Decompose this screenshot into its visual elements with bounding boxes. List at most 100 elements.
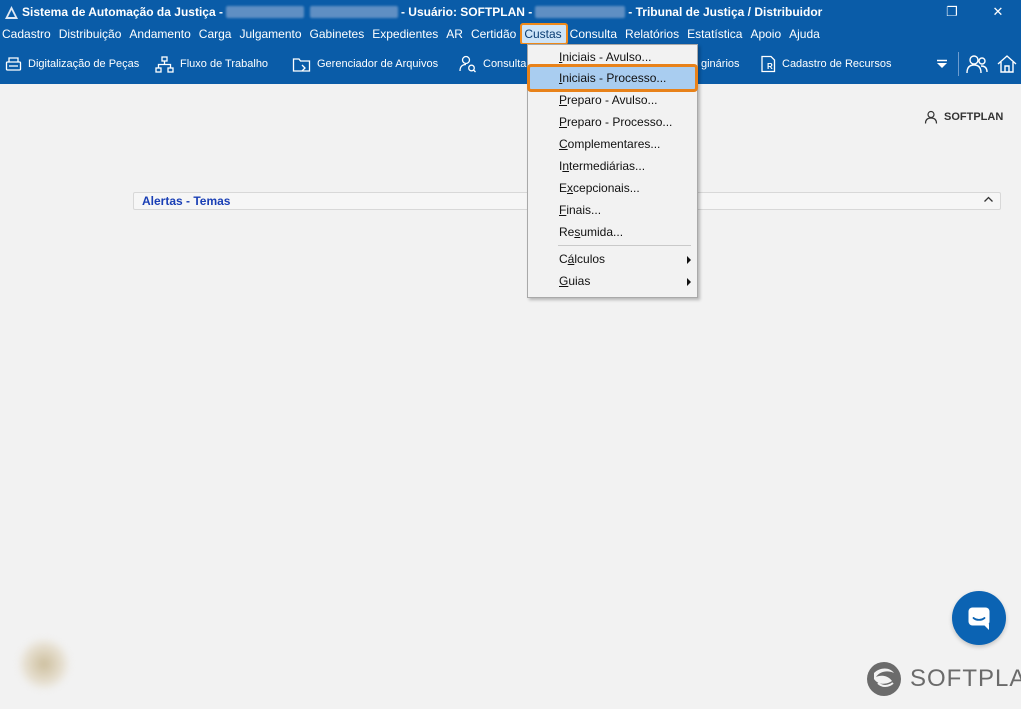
menu-expedientes[interactable]: Expedientes	[369, 24, 443, 44]
menu-item-preparo-avulso[interactable]: Preparo - Avulso...	[528, 89, 697, 111]
toolbar-gerenciador-button[interactable]: Gerenciador de Arquivos	[292, 44, 438, 84]
toolbar-label: ginários	[701, 58, 740, 70]
menu-apoio[interactable]: Apoio	[747, 24, 786, 44]
toolbar-label: Digitalização de Peças	[28, 58, 140, 70]
collapse-button[interactable]	[983, 194, 994, 208]
accelerator-key: C	[559, 137, 568, 151]
menu-item-excepcionais[interactable]: Excepcionais...	[528, 177, 697, 199]
accelerator-key: F	[559, 203, 567, 217]
menu-ajuda[interactable]: Ajuda	[786, 24, 825, 44]
menu-item-label: Preparo - Avulso...	[559, 93, 658, 107]
menu-item-resumida[interactable]: Resumida...	[528, 221, 697, 243]
close-icon: ✕	[992, 4, 1004, 19]
menu-carga[interactable]: Carga	[196, 24, 237, 44]
accelerator-key: G	[559, 274, 569, 288]
menu-gabinetes[interactable]: Gabinetes	[307, 24, 370, 44]
users-icon	[966, 55, 988, 74]
restore-icon: ❐	[946, 4, 958, 19]
menu-consulta[interactable]: Consulta	[567, 24, 622, 44]
menu-julgamento[interactable]: Julgamento	[236, 24, 306, 44]
resource-icon: R	[761, 55, 776, 73]
user-icon	[924, 110, 938, 124]
folder-icon	[292, 57, 311, 72]
menu-certidao[interactable]: Certidão	[468, 24, 521, 44]
accelerator-key: I	[559, 71, 563, 85]
menu-item-complementares[interactable]: Complementares...	[528, 133, 697, 155]
menu-item-label: Intermediárias...	[559, 159, 646, 173]
title-bar: Sistema de Automação da Justiça - - Usuá…	[0, 0, 1021, 24]
chat-icon	[968, 607, 990, 630]
chevron-down-icon	[937, 59, 947, 68]
submenu-arrow-icon	[687, 278, 691, 286]
menu-item-preparo-processo[interactable]: Preparo - Processo...	[528, 111, 697, 133]
menu-item-intermediarias[interactable]: Intermediárias...	[528, 155, 697, 177]
redacted-block	[309, 6, 398, 18]
toolbar-originarios-button[interactable]: ginários	[701, 44, 740, 84]
title-app-name: Sistema de Automação da Justiça -	[22, 5, 223, 19]
toolbar-home-button[interactable]	[996, 44, 1018, 84]
menu-item-label: Guias	[559, 274, 591, 288]
toolbar-overflow-button[interactable]	[936, 44, 948, 84]
menu-item-label: Finais...	[559, 203, 602, 217]
app-logo-icon	[4, 5, 18, 19]
user-name: SOFTPLAN	[944, 111, 1004, 123]
menu-item-label: Iniciais - Avulso...	[559, 50, 652, 64]
menu-item-label: Preparo - Processo...	[559, 115, 673, 129]
workflow-icon	[155, 55, 174, 73]
accelerator-key: n	[562, 159, 570, 173]
chat-support-button[interactable]	[952, 591, 1006, 645]
toolbar-digitalizacao-button[interactable]: Digitalização de Peças	[5, 44, 139, 84]
menu-estatistica[interactable]: Estatística	[684, 24, 747, 44]
toolbar-fluxo-button[interactable]: Fluxo de Trabalho	[155, 44, 268, 84]
svg-text:R: R	[767, 62, 773, 71]
toolbar-label: Cadastro de Recursos	[782, 58, 892, 70]
title-user: - Usuário: SOFTPLAN -	[400, 5, 533, 19]
toolbar-label: Fluxo de Trabalho	[180, 58, 269, 70]
menu-item-label: Complementares...	[559, 137, 661, 151]
accelerator-key: x	[567, 181, 574, 195]
menu-separator	[558, 245, 691, 246]
menu-item-iniciais-processo[interactable]: Iniciais - Processo...	[527, 64, 698, 92]
logo-text: SOFTPLAN	[910, 665, 1021, 692]
accelerator-key: s	[574, 225, 581, 239]
toolbar-users-button[interactable]	[966, 44, 988, 84]
accelerator-key: P	[559, 115, 568, 129]
toolbar-cadastro-recursos-button[interactable]: R Cadastro de Recursos	[760, 44, 891, 84]
menu-distribuicao[interactable]: Distribuição	[56, 24, 127, 44]
menu-relatorios[interactable]: Relatórios	[622, 24, 684, 44]
menu-bar: Cadastro Distribuição Andamento Carga Ju…	[0, 23, 1021, 45]
menu-item-calculos[interactable]: Cálculos	[528, 248, 697, 270]
toolbar-consulta-button[interactable]: Consulta	[459, 44, 526, 84]
redacted-block	[225, 6, 304, 18]
accelerator-key: P	[559, 93, 568, 107]
menu-item-finais[interactable]: Finais...	[528, 199, 697, 221]
panel-title: Alertas - Temas	[142, 194, 231, 208]
softplan-logo: SOFTPLAN	[866, 661, 1021, 697]
current-user-badge: SOFTPLAN	[924, 110, 1003, 124]
user-search-icon	[459, 55, 476, 73]
menu-item-label: Resumida...	[559, 225, 624, 239]
menu-item-guias[interactable]: Guias	[528, 270, 697, 292]
menu-item-label: Excepcionais...	[559, 181, 640, 195]
home-icon	[997, 55, 1017, 73]
menu-item-label: Cálculos	[559, 252, 606, 266]
accelerator-key: á	[567, 252, 575, 266]
chevron-up-icon	[984, 196, 993, 202]
close-button[interactable]: ✕	[975, 0, 1021, 24]
toolbar-label: Consulta	[483, 58, 527, 70]
toolbar: Digitalização de Peças Fluxo de Trabalho…	[0, 44, 1021, 84]
redacted-block	[535, 6, 626, 18]
restore-button[interactable]: ❐	[929, 0, 975, 24]
menu-item-label: Iniciais - Processo...	[559, 71, 667, 85]
menu-cadastro[interactable]: Cadastro	[0, 24, 56, 44]
menu-custas[interactable]: Custas	[520, 23, 568, 45]
menu-ar[interactable]: AR	[443, 24, 468, 44]
scanner-icon	[5, 56, 22, 71]
submenu-arrow-icon	[687, 256, 691, 264]
menu-item-iniciais-avulso[interactable]: Iniciais - Avulso...	[528, 46, 697, 68]
custas-dropdown-menu: Iniciais - Avulso... Iniciais - Processo…	[527, 44, 698, 298]
blurred-avatar	[18, 638, 70, 690]
toolbar-divider	[958, 44, 959, 84]
menu-andamento[interactable]: Andamento	[126, 24, 195, 44]
toolbar-label: Gerenciador de Arquivos	[317, 58, 439, 70]
